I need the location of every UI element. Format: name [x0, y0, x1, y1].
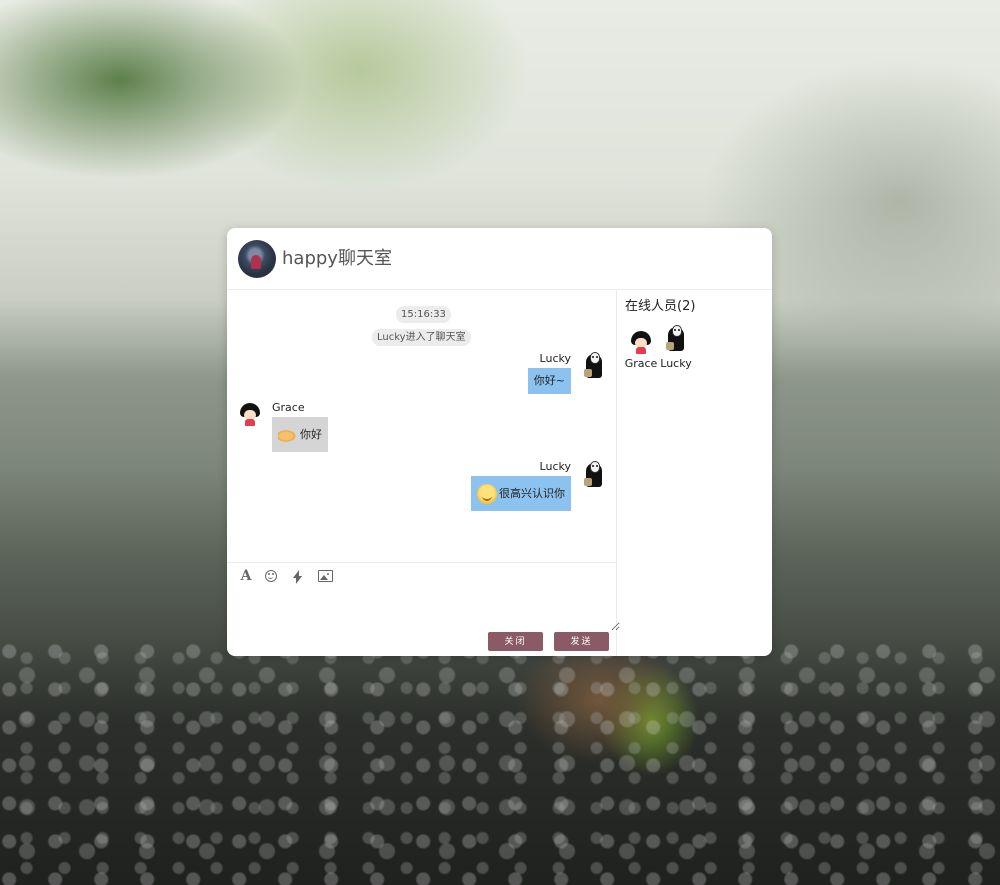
online-member[interactable]: Lucky — [659, 324, 693, 374]
chat-window: happy聊天室 15:16:33 Lucky进入了聊天室 Lucky 你好~ … — [227, 228, 772, 656]
composer-toolbar: A — [227, 562, 616, 587]
girl-avatar — [630, 330, 652, 354]
emoji-icon[interactable] — [265, 570, 277, 582]
close-button[interactable]: 关闭 — [488, 632, 543, 651]
online-member-name: Lucky — [660, 357, 692, 370]
message-timestamp: 15:16:33 — [396, 306, 451, 323]
message-list[interactable]: 15:16:33 Lucky进入了聊天室 Lucky 你好~ Grace 你好 … — [227, 290, 616, 562]
online-member-name: Grace — [624, 357, 658, 370]
message-text: 很高兴认识你 — [499, 486, 565, 500]
font-icon[interactable]: A — [239, 568, 253, 584]
lightning-icon[interactable] — [293, 570, 301, 584]
handshake-emoji-icon — [278, 424, 298, 445]
message-input[interactable] — [227, 587, 620, 631]
no-face-avatar — [582, 460, 606, 488]
message-bubble: 你好 — [272, 417, 328, 452]
message-sender: Lucky — [539, 352, 571, 365]
message-sender: Lucky — [539, 460, 571, 473]
no-face-avatar — [664, 324, 688, 352]
message-bubble: 很高兴认识你 — [471, 476, 571, 511]
image-icon[interactable] — [318, 570, 333, 582]
background-gravel — [0, 640, 1000, 885]
message-bubble: 你好~ — [527, 368, 571, 394]
no-face-avatar — [582, 351, 606, 379]
chat-header: happy聊天室 — [227, 228, 772, 290]
room-avatar — [238, 240, 276, 278]
online-members-title: 在线人员(2) — [625, 299, 696, 314]
room-avatar-figure — [251, 255, 261, 269]
online-member[interactable]: Grace — [624, 324, 658, 374]
message-text: 你好~ — [533, 374, 565, 387]
system-notice: Lucky进入了聊天室 — [372, 329, 471, 346]
girl-avatar — [239, 402, 261, 426]
send-button[interactable]: 发送 — [554, 632, 609, 651]
message-text: 你好 — [300, 427, 322, 441]
message-sender: Grace — [272, 401, 305, 414]
room-title: happy聊天室 — [282, 248, 392, 269]
smile-emoji-icon — [477, 483, 497, 504]
